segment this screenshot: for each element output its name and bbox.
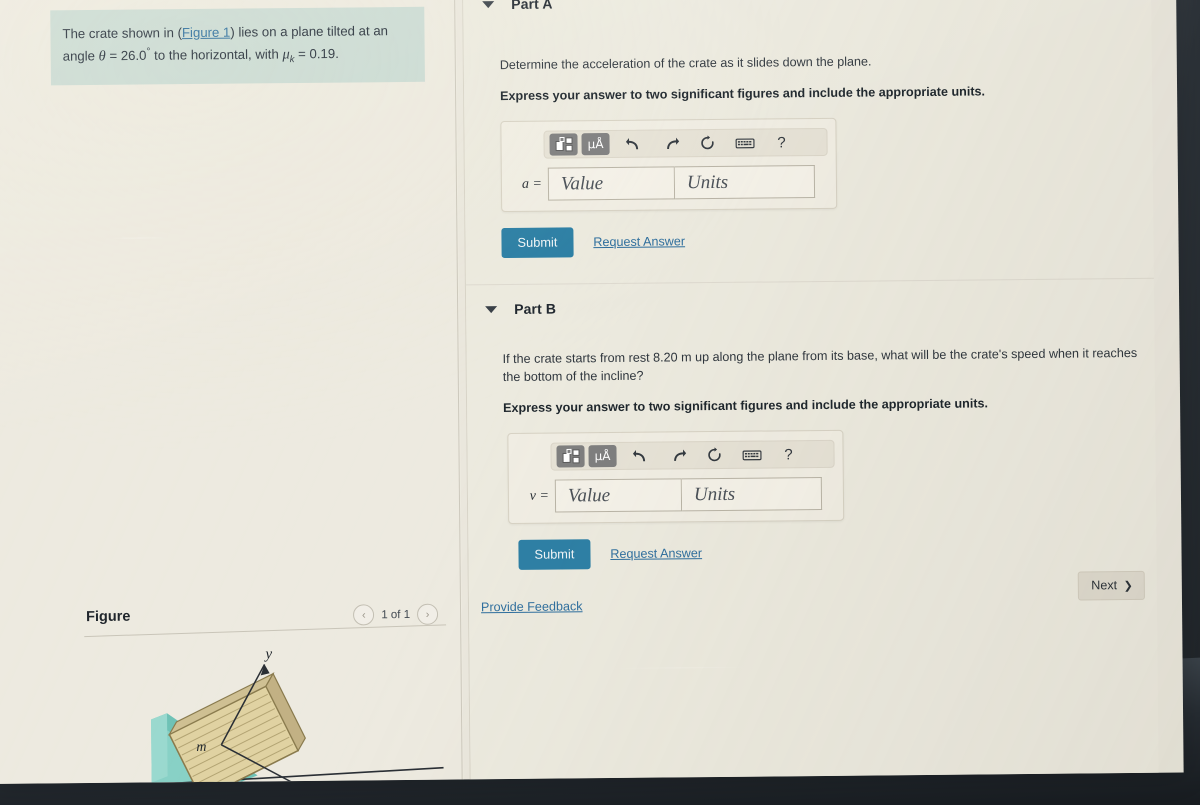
part-a-units-input[interactable]: Units	[674, 165, 816, 200]
provide-feedback-link[interactable]: Provide Feedback	[481, 599, 583, 614]
help-question-icon[interactable]: ?	[775, 443, 801, 465]
part-b-request-answer-link[interactable]: Request Answer	[610, 546, 702, 561]
left-pane: The crate shown in (Figure 1) lies on a …	[0, 0, 464, 784]
greek-units-icon[interactable]: μÅ	[588, 444, 617, 468]
mu-value: = 0.19.	[298, 46, 339, 62]
chevron-right-icon[interactable]: ›	[416, 603, 439, 625]
part-b-field-row: v = Value Units	[519, 477, 833, 513]
crate	[167, 672, 306, 784]
part-a-toolbar: μÅ ?	[543, 127, 828, 159]
figure-header: Figure ‹ 1 of 1 ›	[84, 603, 448, 638]
chevron-right-icon: ❯	[1123, 580, 1133, 593]
keyboard-icon[interactable]	[731, 132, 757, 154]
part-b-header[interactable]: Part B	[466, 290, 1154, 323]
incline-crate-diagram: y m	[133, 646, 444, 784]
part-a-instruction: Express your answer to two significant f…	[500, 84, 986, 104]
mass-label: m	[196, 740, 206, 755]
caret-down-icon[interactable]	[485, 305, 498, 313]
part-a-submit-button[interactable]: Submit	[501, 227, 574, 259]
help-question-icon[interactable]: ?	[768, 131, 794, 153]
mu-subscript: k	[289, 54, 295, 66]
greek-units-label: μÅ	[587, 137, 604, 152]
part-a-prompt: Determine the acceleration of the crate …	[499, 54, 872, 73]
part-a-header[interactable]: Part A	[463, 0, 1151, 17]
part-a-body: Determine the acceleration of the crate …	[464, 50, 1154, 259]
part-b-units-input[interactable]: Units	[681, 477, 823, 512]
reset-circular-arrow-icon[interactable]	[701, 444, 727, 466]
question-statement: The crate shown in (Figure 1) lies on a …	[50, 6, 425, 86]
part-b-body: If the crate starts from rest 8.20 m up …	[467, 344, 1157, 571]
part-a-variable-label: a =	[521, 176, 543, 192]
chevron-left-icon[interactable]: ‹	[353, 604, 375, 626]
part-b-toolbar: μÅ ?	[550, 439, 835, 471]
y-axis-label: y	[263, 646, 272, 662]
caret-down-icon[interactable]	[482, 0, 495, 8]
incline-side-face	[151, 713, 168, 783]
theta-value: = 26.0	[109, 47, 147, 64]
part-b-instruction: Express your answer to two significant f…	[503, 396, 989, 416]
undo-arrow-icon[interactable]	[627, 445, 653, 467]
part-b-block: Part B If the crate starts from rest 8.2…	[466, 290, 1157, 571]
part-a-title: Part A	[511, 0, 553, 12]
math-template-icon[interactable]	[549, 133, 578, 156]
masteringphysics-page: The crate shown in (Figure 1) lies on a …	[0, 0, 1184, 784]
part-a-field-row: a = Value Units	[512, 165, 826, 201]
question-text-before-link: The crate shown in (	[62, 25, 183, 42]
question-text-mid: to the horizontal, with	[150, 46, 283, 63]
keyboard-icon[interactable]	[738, 444, 764, 466]
figure-title: Figure	[86, 608, 131, 626]
part-b-value-input[interactable]: Value	[554, 478, 683, 513]
reset-circular-arrow-icon[interactable]	[694, 132, 720, 154]
part-b-title: Part B	[514, 300, 557, 317]
redo-arrow-icon[interactable]	[657, 132, 683, 154]
greek-units-label: μÅ	[594, 449, 611, 464]
screen-surface: The crate shown in (Figure 1) lies on a …	[0, 0, 1184, 784]
redo-arrow-icon[interactable]	[664, 444, 690, 466]
part-a-value-input[interactable]: Value	[547, 166, 676, 201]
figure-pagination: ‹ 1 of 1 ›	[353, 603, 439, 626]
next-button[interactable]: Next ❯	[1078, 570, 1145, 601]
part-b-submit-row: Submit Request Answer	[518, 534, 1156, 570]
figure-1-link[interactable]: Figure 1	[182, 25, 231, 40]
mu-symbol: μ	[282, 46, 290, 63]
part-b-submit-button[interactable]: Submit	[518, 539, 591, 570]
part-a-block: Part A Determine the acceleration of the…	[463, 0, 1154, 259]
help-question-label: ?	[784, 445, 793, 463]
math-template-icon[interactable]	[556, 445, 585, 468]
theta-symbol: θ	[98, 48, 106, 65]
part-a-submit-row: Submit Request Answer	[501, 222, 1153, 259]
next-button-label: Next	[1091, 578, 1118, 593]
part-b-variable-label: v =	[529, 488, 550, 504]
undo-arrow-icon[interactable]	[620, 133, 646, 155]
part-a-request-answer-link[interactable]: Request Answer	[593, 234, 685, 249]
figure-counter: 1 of 1	[381, 608, 411, 621]
part-b-prompt: If the crate starts from rest 8.20 m up …	[502, 345, 1138, 385]
help-question-label: ?	[777, 133, 786, 151]
photograph-of-screen: The crate shown in (Figure 1) lies on a …	[0, 0, 1200, 805]
part-b-answer-widget: μÅ ? v = Value Units	[507, 429, 845, 525]
part-a-answer-widget: μÅ ? a = Value Units	[500, 117, 838, 213]
greek-units-icon[interactable]: μÅ	[581, 133, 610, 156]
